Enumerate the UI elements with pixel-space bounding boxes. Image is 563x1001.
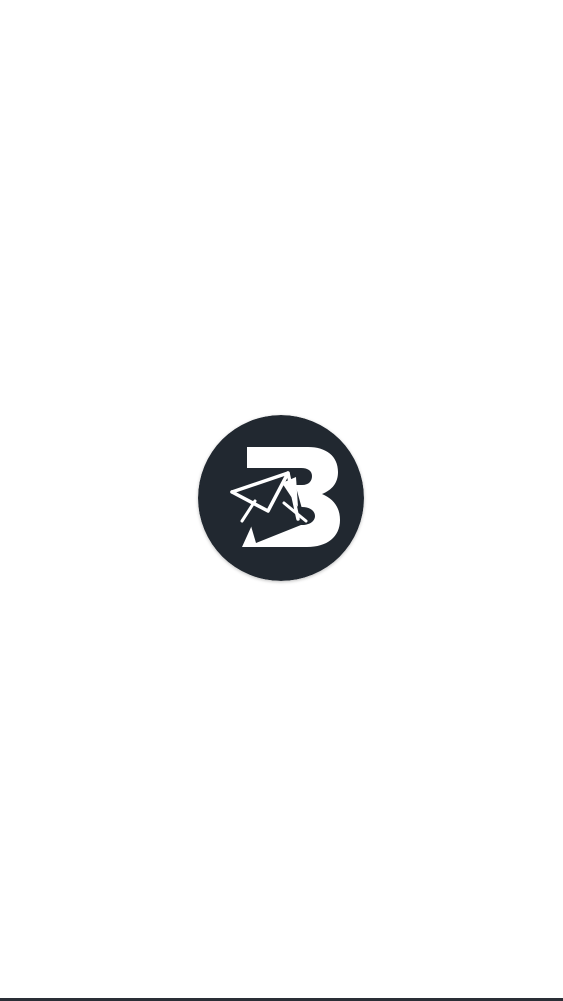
envelope-b-logo-icon [198, 415, 364, 581]
splash-screen [0, 0, 563, 1001]
